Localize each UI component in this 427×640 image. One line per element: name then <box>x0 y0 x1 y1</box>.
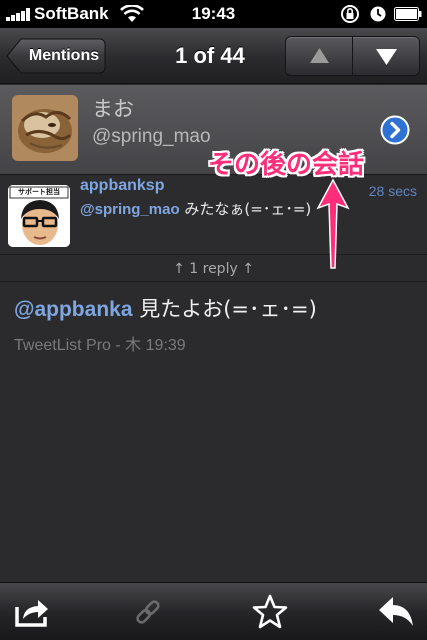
avatar[interactable] <box>12 95 78 161</box>
reply-icon <box>379 597 413 626</box>
tweet-meta: TweetList Pro - 木 19:39 <box>14 337 186 354</box>
mention-link[interactable]: @spring_mao <box>80 201 180 218</box>
status-bar: SoftBank 19:43 <box>0 0 427 28</box>
next-button[interactable] <box>353 37 419 75</box>
triangle-down-icon <box>376 49 397 65</box>
user-display-name: まお <box>92 97 134 121</box>
arrow-up-icon <box>316 178 350 269</box>
prev-next-segmented-control <box>285 36 420 76</box>
replies-count[interactable]: ↑ 1 reply ↑ <box>0 256 427 282</box>
tweet-timestamp: 28 secs <box>368 183 417 199</box>
main-tweet: @appbanka 見たよお(=･ェ･=) TweetList Pro - 木 … <box>0 283 427 363</box>
star-icon <box>252 594 288 629</box>
tweet-body: みたなぁ(=･ェ･=) <box>179 200 312 218</box>
rotation-lock-icon <box>341 5 359 23</box>
main-tweet-text: @appbanka 見たよお(=･ェ･=) <box>14 293 317 323</box>
status-clock: 19:43 <box>191 4 236 23</box>
bottom-toolbar <box>0 582 427 640</box>
previous-button[interactable] <box>286 37 353 75</box>
annotation-label: その後の会話 <box>208 150 365 180</box>
back-button-label: Mentions <box>28 47 100 64</box>
page-title: 1 of 44 <box>175 43 245 68</box>
reply-button[interactable] <box>376 593 416 631</box>
triangle-up-icon <box>310 48 329 63</box>
link-icon <box>136 600 160 624</box>
battery-icon <box>394 7 422 21</box>
chevron-right-circle-icon[interactable] <box>380 115 410 145</box>
link-button[interactable] <box>128 593 168 631</box>
mention-link[interactable]: @appbanka <box>14 298 133 321</box>
favorite-button[interactable] <box>250 593 290 631</box>
cat-photo-icon <box>12 95 78 161</box>
mentions-back-button[interactable]: Mentions <box>6 38 106 74</box>
main-tweet-body: 見たよお(=･ェ･=) <box>132 297 317 321</box>
share-button[interactable] <box>12 593 52 631</box>
navigation-bar: Mentions 1 of 44 <box>0 28 427 84</box>
user-handle: @spring_mao <box>92 126 211 147</box>
tweet-username[interactable]: appbanksp <box>80 177 164 195</box>
avatar-caption: サポート担当 <box>18 188 60 196</box>
alarm-icon <box>370 6 386 22</box>
share-icon <box>15 600 48 627</box>
avatar[interactable]: サポート担当 <box>8 185 70 247</box>
tweet-text: @spring_mao みたなぁ(=･ェ･=) <box>80 198 311 219</box>
reply-tweet-row[interactable]: サポート担当 appbanksp 28 secs @spring_mao みたな… <box>0 175 427 255</box>
